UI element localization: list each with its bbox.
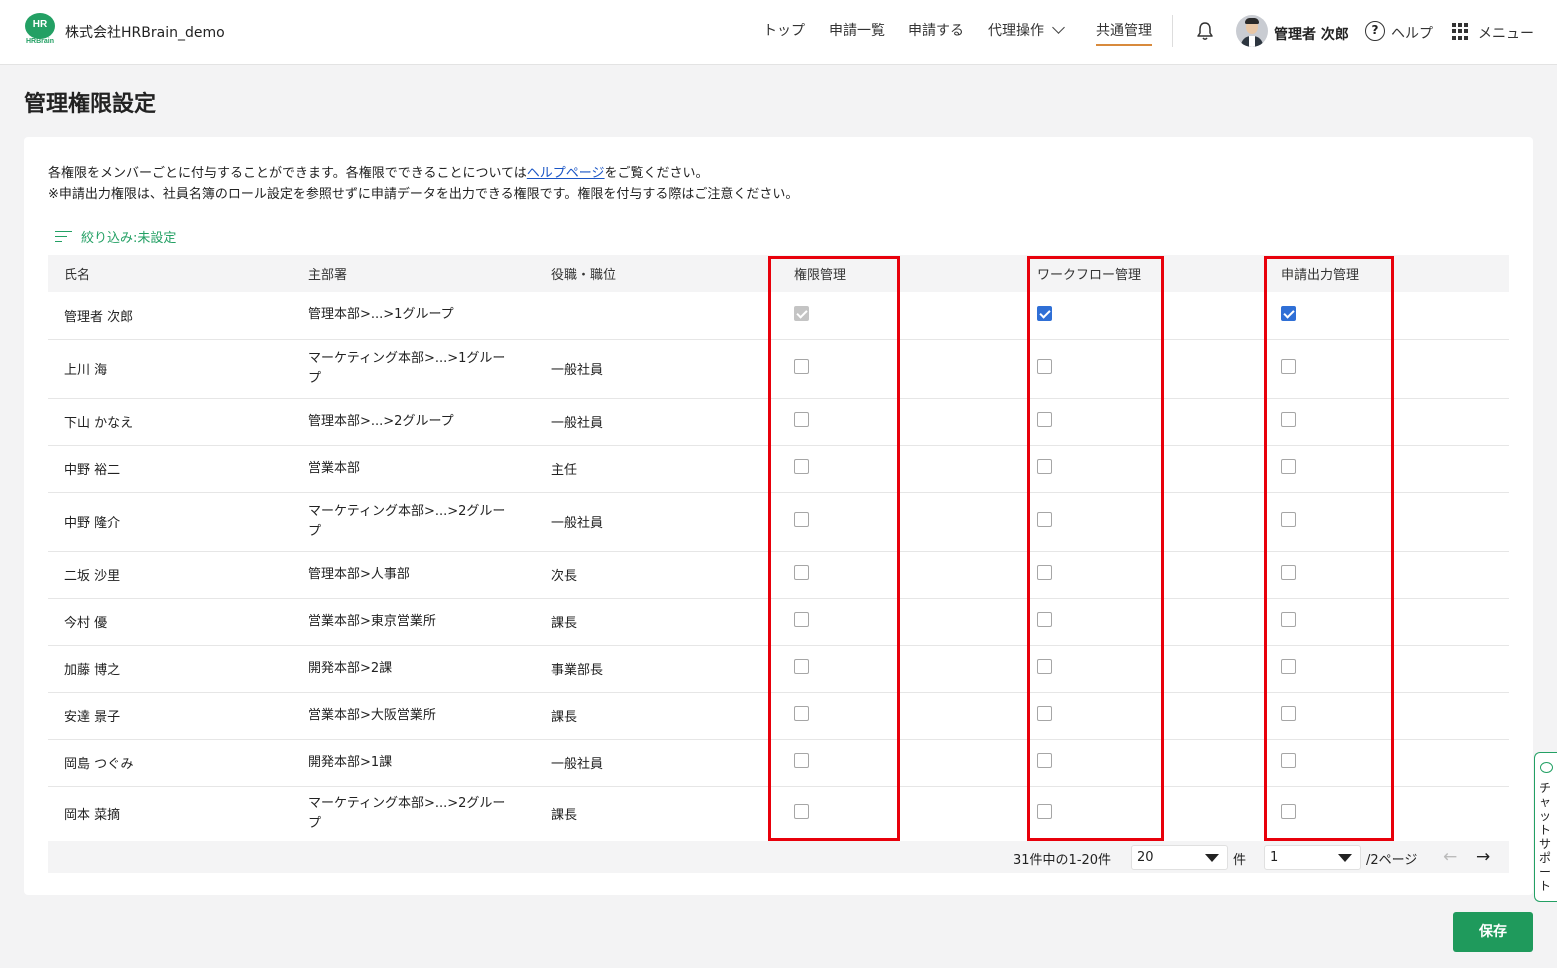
description-text: 各権限をメンバーごとに付与することができます。各権限でできることについては [48, 166, 527, 181]
description-line-2: ※申請出力権限は、社員名簿のロール設定を参照せずに申請データを出力できる権限です… [48, 187, 799, 202]
filter-label: 絞り込み:未設定 [81, 231, 177, 246]
chat-support-tab[interactable]: チャットサポート [1534, 752, 1557, 902]
pagination-info: 31件中の1-20件 [1013, 853, 1112, 868]
cell-department: マーケティング本部>...>1グループ [292, 339, 535, 399]
nav-common-management[interactable]: 共通管理 [1096, 20, 1152, 46]
cell-department: 管理本部>人事部 [292, 551, 535, 599]
cell-position: 一般社員 [535, 339, 778, 399]
avatar[interactable] [1236, 15, 1268, 47]
cell-department: 開発本部>1課 [292, 739, 535, 787]
cell-name: 下山 かなえ [48, 398, 292, 446]
logo-mark: HR [25, 13, 55, 39]
cell-department: 開発本部>2課 [292, 645, 535, 693]
cell-position: 主任 [535, 445, 778, 493]
help-page-link[interactable]: ヘルプページ [527, 166, 605, 181]
chevron-down-icon [1052, 21, 1065, 34]
hrbrain-logo[interactable]: HR HRBrain [23, 13, 57, 47]
pagination-bar: 31件中の1-20件 20 件 1 /2ページ ← → [48, 841, 1509, 873]
highlight-permission-admin-column [768, 256, 900, 841]
cell-department: 管理本部>...>2グループ [292, 398, 535, 446]
cell-department: マーケティング本部>...>2グループ [292, 786, 535, 842]
description-line-1: 各権限をメンバーごとに付与することができます。各権限でできることについてはヘルプ… [48, 162, 709, 181]
chat-bubble-icon [1540, 762, 1553, 773]
dropdown-arrow-icon [1338, 854, 1352, 862]
dropdown-arrow-icon [1205, 854, 1219, 862]
per-page-unit: 件 [1233, 853, 1247, 868]
per-page-select[interactable]: 20 [1131, 845, 1228, 870]
company-name: 株式会社HRBrain_demo [65, 25, 225, 41]
help-icon[interactable]: ? [1365, 21, 1385, 41]
cell-position: 課長 [535, 598, 778, 646]
menu-button[interactable]: メニュー [1478, 23, 1534, 43]
nav-proxy-operation[interactable]: 代理操作 [988, 20, 1065, 40]
bell-icon[interactable] [1196, 21, 1214, 41]
logo-wordmark: HRBrain [25, 38, 54, 45]
cell-name: 岡本 菜摘 [48, 786, 292, 842]
highlight-output-admin-column [1264, 256, 1394, 841]
user-name[interactable]: 管理者 次郎 [1274, 24, 1349, 44]
cell-name: 今村 優 [48, 598, 292, 646]
filter-button[interactable]: 絞り込み:未設定 [55, 227, 176, 246]
header-position: 役職・職位 [551, 268, 617, 283]
app-grid-icon[interactable] [1452, 23, 1469, 40]
cell-position: 課長 [535, 786, 778, 842]
nav-proxy-label: 代理操作 [988, 23, 1044, 39]
header-divider [1172, 15, 1173, 47]
cell-department: マーケティング本部>...>2グループ [292, 492, 535, 552]
avatar-shirt [1249, 36, 1255, 47]
cell-department: 営業本部>大阪営業所 [292, 692, 535, 740]
cell-position: 次長 [535, 551, 778, 599]
cell-position: 事業部長 [535, 645, 778, 693]
cell-department: 営業本部>東京営業所 [292, 598, 535, 646]
nav-apply[interactable]: 申請する [908, 20, 964, 40]
description-text-end: をご覧ください。 [604, 166, 709, 181]
cell-name: 管理者 次郎 [48, 292, 292, 340]
page-value: 1 [1270, 850, 1279, 865]
app-header: HR HRBrain 株式会社HRBrain_demo トップ 申請一覧 申請す… [0, 0, 1557, 65]
cell-name: 安達 景子 [48, 692, 292, 740]
header-department: 主部署 [308, 268, 348, 283]
header-name: 氏名 [64, 268, 91, 283]
cell-name: 上川 海 [48, 339, 292, 399]
page-select[interactable]: 1 [1264, 845, 1361, 870]
cell-name: 加藤 博之 [48, 645, 292, 693]
cell-name: 中野 隆介 [48, 492, 292, 552]
page-title: 管理権限設定 [24, 92, 157, 117]
prev-page-icon[interactable]: ← [1443, 847, 1457, 867]
cell-position: 一般社員 [535, 739, 778, 787]
filter-icon [55, 230, 72, 243]
cell-position: 一般社員 [535, 398, 778, 446]
cell-name: 岡島 つぐみ [48, 739, 292, 787]
page-total: /2ページ [1366, 853, 1418, 868]
chat-support-label: チャットサポート [1539, 781, 1552, 893]
help-link[interactable]: ヘルプ [1391, 23, 1433, 43]
cell-name: 中野 裕二 [48, 445, 292, 493]
cell-department: 管理本部>...>1グループ [292, 292, 535, 340]
save-button[interactable]: 保存 [1453, 912, 1533, 952]
cell-position: 一般社員 [535, 492, 778, 552]
cell-name: 二坂 沙里 [48, 551, 292, 599]
cell-position [535, 292, 778, 340]
per-page-value: 20 [1137, 850, 1154, 865]
cell-department: 営業本部 [292, 445, 535, 493]
avatar-hair [1245, 18, 1259, 24]
nav-application-list[interactable]: 申請一覧 [829, 20, 885, 40]
nav-top[interactable]: トップ [763, 20, 805, 40]
highlight-workflow-admin-column [1027, 256, 1164, 841]
cell-position: 課長 [535, 692, 778, 740]
next-page-icon[interactable]: → [1476, 847, 1490, 867]
